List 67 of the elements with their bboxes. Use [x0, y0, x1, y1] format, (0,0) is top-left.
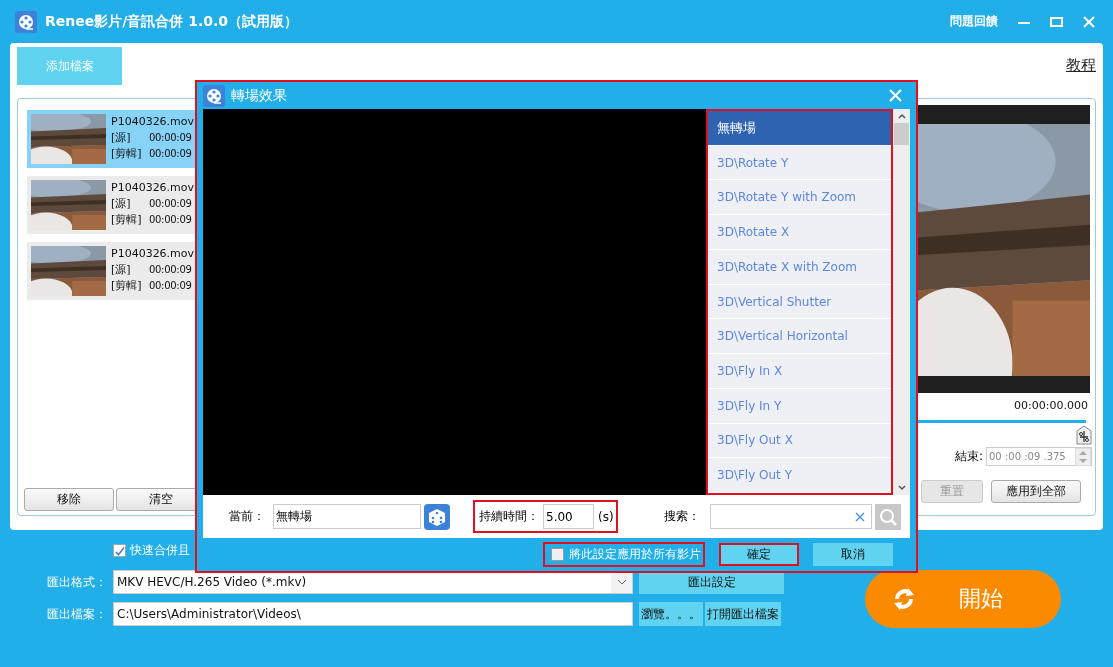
- current-transition-field[interactable]: 無轉場: [273, 504, 421, 529]
- clear-icon[interactable]: [854, 511, 865, 522]
- output-label: 匯出檔案：: [46, 605, 107, 623]
- preview-button[interactable]: 應用到全部: [991, 480, 1081, 503]
- add-file-button[interactable]: 添加檔案: [17, 47, 122, 85]
- transition-item[interactable]: 3D\Vertical Shutter: [708, 284, 891, 320]
- cancel-button[interactable]: 取消: [813, 543, 893, 566]
- source-label: [源]: [111, 196, 132, 212]
- time-readout: 00:00:00.000: [1013, 398, 1089, 412]
- transition-item[interactable]: 3D\Fly Out X: [708, 423, 891, 459]
- transition-item[interactable]: 3D\Fly In Y: [708, 388, 891, 424]
- transition-item[interactable]: 3D\Vertical Horizontal: [708, 319, 891, 355]
- end-label: 結束:: [954, 448, 983, 465]
- checkmark-icon: [114, 544, 125, 557]
- list-button[interactable]: 移除: [24, 488, 114, 511]
- transition-item[interactable]: 3D\Rotate X with Zoom: [708, 249, 891, 285]
- transition-item[interactable]: 3D\Fly In X: [708, 354, 891, 389]
- window-title: Renee影片/音訊合併 1.0.0（試用版）: [45, 12, 299, 31]
- clip-label: [剪輯]: [111, 146, 143, 162]
- scroll-thumb[interactable]: [894, 123, 909, 145]
- browse-button[interactable]: 瀏覽。。。: [639, 602, 703, 626]
- current-label: 當前：: [229, 508, 266, 525]
- clip-time: 00:00:09: [149, 279, 192, 293]
- clip-label: [剪輯]: [111, 212, 143, 228]
- transition-item[interactable]: 3D\Rotate Y: [708, 145, 891, 181]
- end-time-field[interactable]: 00 :00 :09 .375: [986, 447, 1092, 466]
- apply-all-checkbox[interactable]: 將此設定應用於所有影片: [543, 542, 705, 567]
- source-time: 00:00:09: [149, 131, 192, 145]
- refresh-icon: [891, 586, 917, 612]
- clip-time: 00:00:09: [149, 147, 192, 161]
- clip-label: [剪輯]: [111, 278, 143, 294]
- transition-item[interactable]: 3D\Rotate X: [708, 215, 891, 250]
- transition-item[interactable]: 無轉場: [708, 111, 891, 146]
- close-icon[interactable]: [1083, 15, 1095, 28]
- source-time: 00:00:09: [149, 197, 192, 211]
- scroll-down-icon[interactable]: [895, 483, 908, 493]
- logo-icon: [15, 10, 37, 33]
- source-label: [源]: [111, 262, 132, 278]
- scrollbar[interactable]: [893, 109, 910, 495]
- file-name: P1040326.mov: [111, 180, 195, 196]
- ok-button[interactable]: 確定: [719, 543, 799, 566]
- dice-icon[interactable]: [424, 503, 450, 530]
- fast-merge-checkbox[interactable]: 快速合併且: [113, 542, 195, 559]
- feedback-button[interactable]: 問題回饋: [950, 13, 998, 30]
- file-name: P1040326.mov: [111, 246, 195, 262]
- file-name: P1040326.mov: [111, 114, 195, 130]
- maximize-icon[interactable]: [1050, 15, 1063, 28]
- close-icon[interactable]: [889, 89, 902, 102]
- duration-label: 持續時間：: [479, 508, 539, 525]
- logo-icon: [203, 84, 225, 107]
- dialog-title: 轉場效果: [231, 86, 287, 105]
- clip-time: 00:00:09: [149, 213, 192, 227]
- duration-unit: (s): [598, 509, 614, 524]
- search-icon[interactable]: [874, 503, 901, 530]
- start-button[interactable]: 開始: [865, 570, 1061, 628]
- transition-item[interactable]: 3D\Fly Out Y: [708, 458, 891, 494]
- source-time: 00:00:09: [149, 263, 192, 277]
- format-label: 匯出格式：: [46, 573, 107, 591]
- transition-item[interactable]: 3D\Rotate Y with Zoom: [708, 180, 891, 216]
- scissors-handle-icon[interactable]: [1076, 425, 1092, 445]
- source-label: [源]: [111, 130, 132, 146]
- duration-field[interactable]: 5.00: [543, 504, 594, 529]
- search-field[interactable]: [709, 504, 872, 529]
- search-label: 搜索：: [663, 508, 701, 525]
- output-path-field[interactable]: C:\Users\Administrator\Videos\: [113, 602, 633, 626]
- open-folder-button[interactable]: 打開匯出檔案: [705, 602, 781, 626]
- tutorial-link[interactable]: 教程: [1066, 55, 1096, 75]
